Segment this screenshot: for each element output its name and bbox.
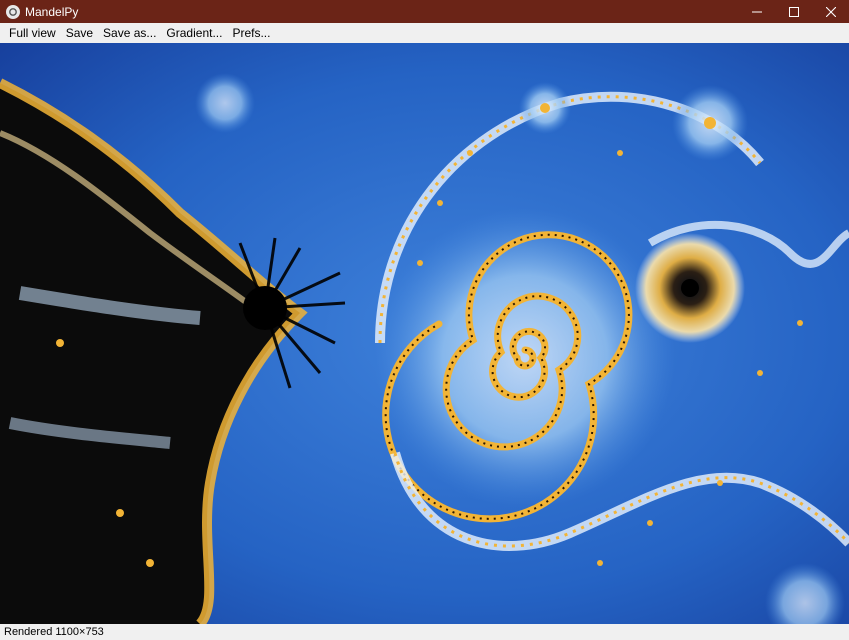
title-bar: MandelPy bbox=[0, 0, 849, 23]
close-icon bbox=[825, 6, 836, 17]
menu-prefs[interactable]: Prefs... bbox=[227, 23, 275, 43]
fractal-image bbox=[0, 43, 849, 624]
window-title: MandelPy bbox=[25, 4, 79, 19]
close-button[interactable] bbox=[812, 0, 849, 23]
maximize-button[interactable] bbox=[775, 0, 812, 23]
app-icon bbox=[6, 4, 20, 19]
menu-save[interactable]: Save bbox=[61, 23, 98, 43]
minimize-button[interactable] bbox=[738, 0, 775, 23]
minimize-icon bbox=[751, 11, 762, 12]
menu-full-view[interactable]: Full view bbox=[4, 23, 61, 43]
maximize-icon bbox=[788, 6, 799, 17]
status-text: Rendered 1100×753 bbox=[4, 626, 104, 638]
menu-save-as[interactable]: Save as... bbox=[98, 23, 161, 43]
menu-gradient[interactable]: Gradient... bbox=[161, 23, 227, 43]
fractal-canvas[interactable] bbox=[0, 43, 849, 624]
status-bar: Rendered 1100×753 bbox=[0, 624, 849, 640]
menu-bar: Full view Save Save as... Gradient... Pr… bbox=[0, 23, 849, 44]
